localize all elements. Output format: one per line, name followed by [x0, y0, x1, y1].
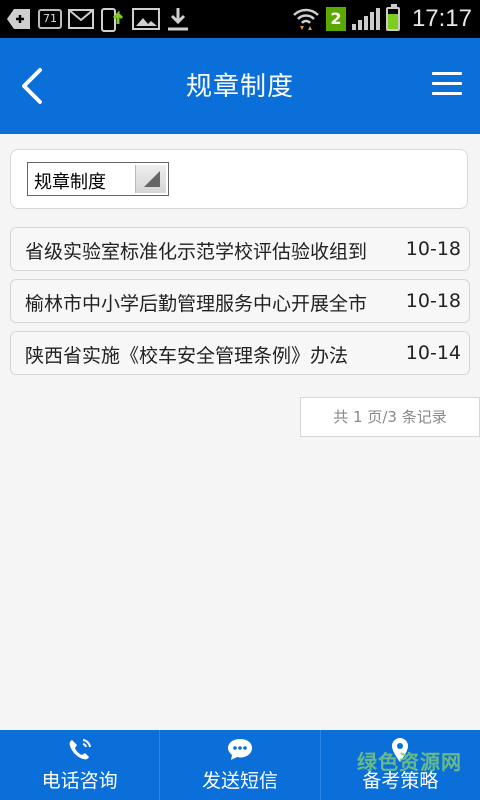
category-select-value: 规章制度	[34, 172, 106, 193]
status-time: 17:17	[411, 5, 472, 32]
pagination-info: 共 1 页/3 条记录	[300, 397, 480, 437]
nav-label: 电话咨询	[41, 770, 118, 792]
image-icon	[132, 7, 160, 31]
chat-bubble-icon	[227, 739, 252, 760]
article-title: 省级实验室标准化示范学校评估验收组到	[25, 241, 368, 263]
menu-button[interactable]	[432, 72, 462, 100]
article-title: 陕西省实施《校车安全管理条例》办法	[25, 345, 349, 367]
list-item[interactable]: 陕西省实施《校车安全管理条例》办法 10-14	[10, 331, 470, 375]
article-title: 榆林市中小学后勤管理服务中心开展全市	[25, 293, 368, 315]
phone-icon	[69, 739, 91, 760]
notification-count-badge: 71	[38, 9, 62, 29]
filter-card: 规章制度	[10, 149, 468, 209]
article-date: 10-18	[405, 238, 461, 260]
watermark-text: 绿色资源网	[357, 750, 462, 774]
send-sms-button[interactable]: 发送短信	[159, 730, 319, 800]
status-bar-notifications: 71	[6, 5, 190, 33]
list-item[interactable]: 省级实验室标准化示范学校评估验收组到 10-18	[10, 227, 470, 271]
menu-icon-line	[432, 92, 462, 95]
category-select[interactable]: 规章制度	[27, 162, 169, 196]
sim-badge: 2	[325, 7, 346, 31]
list-item[interactable]: 榆林市中小学后勤管理服务中心开展全市 10-18	[10, 279, 470, 323]
phone-consult-button[interactable]: 电话咨询	[0, 730, 159, 800]
download-icon	[166, 7, 190, 31]
app-header: 规章制度	[0, 38, 480, 134]
article-date: 10-14	[405, 342, 461, 364]
nav-label: 发送短信	[201, 770, 278, 792]
status-bar: 71 2 17:17	[0, 0, 480, 38]
mail-icon	[68, 7, 94, 31]
status-bar-system: 2 17:17	[292, 4, 472, 34]
menu-icon	[432, 72, 462, 75]
article-date: 10-18	[405, 290, 461, 312]
add-icon	[6, 7, 32, 31]
dropdown-arrow-icon	[135, 165, 166, 193]
menu-icon-line	[432, 82, 462, 85]
phone-upload-icon	[100, 7, 126, 32]
wifi-icon	[292, 7, 320, 31]
battery-icon	[385, 4, 400, 31]
signal-icon	[351, 8, 380, 30]
page-title: 规章制度	[185, 72, 294, 102]
